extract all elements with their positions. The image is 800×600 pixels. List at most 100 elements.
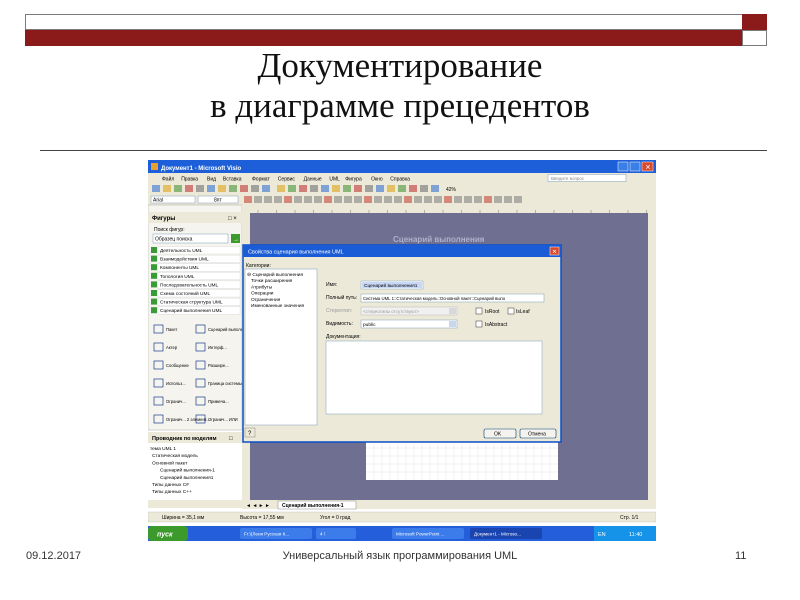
minimize-button[interactable] bbox=[617, 161, 629, 172]
menu-item[interactable]: Вставка bbox=[223, 177, 242, 183]
page-nav-arrows-icon[interactable]: ◄ ◄ ► ► bbox=[246, 503, 270, 509]
toolbar-button[interactable] bbox=[229, 185, 237, 192]
toolbar-button[interactable] bbox=[185, 185, 193, 192]
shapes-panel-menu-icon[interactable]: □ × bbox=[228, 216, 237, 222]
menu-item[interactable]: UML bbox=[329, 177, 340, 183]
format-button[interactable] bbox=[354, 196, 362, 203]
model-tree-item[interactable]: Сценарий выполнения-1 bbox=[160, 467, 215, 474]
model-tree-item[interactable]: Основной пакет bbox=[152, 459, 188, 466]
format-button[interactable] bbox=[294, 196, 302, 203]
menu-item[interactable]: Файл bbox=[162, 176, 174, 183]
toolbar-button[interactable] bbox=[387, 185, 395, 192]
format-button[interactable] bbox=[264, 196, 272, 203]
taskbar-item-label: Microsoft PowerPoint ... bbox=[396, 532, 445, 537]
format-button[interactable] bbox=[424, 196, 432, 203]
format-button[interactable] bbox=[404, 196, 412, 203]
format-button[interactable] bbox=[414, 196, 422, 203]
format-button[interactable] bbox=[454, 196, 462, 203]
menu-item[interactable]: Формат bbox=[252, 177, 270, 183]
taskbar-language[interactable]: EN bbox=[598, 532, 606, 538]
toolbar-button[interactable] bbox=[262, 185, 270, 192]
toolbar-button[interactable] bbox=[174, 185, 182, 192]
toolbar-button[interactable] bbox=[152, 185, 160, 192]
category-item[interactable]: Ограничения bbox=[251, 297, 281, 303]
model-explorer-scrollbar[interactable] bbox=[148, 500, 242, 508]
model-tree-item[interactable]: Типы данных C# bbox=[152, 482, 189, 488]
toolbar-button[interactable] bbox=[251, 185, 259, 192]
isroot-checkbox[interactable] bbox=[475, 307, 483, 315]
format-button[interactable] bbox=[254, 196, 262, 203]
toolbar-button[interactable] bbox=[354, 185, 362, 192]
format-button[interactable] bbox=[434, 196, 442, 203]
format-button[interactable] bbox=[444, 196, 452, 203]
vertical-scrollbar[interactable] bbox=[648, 213, 656, 500]
format-button[interactable] bbox=[374, 196, 382, 203]
model-tree-item[interactable]: Статическая модель bbox=[152, 453, 198, 459]
toolbar-button[interactable] bbox=[398, 185, 406, 192]
stencil-label: Компоненты UML bbox=[160, 265, 199, 271]
format-button[interactable] bbox=[274, 196, 282, 203]
menu-item[interactable]: Фигура bbox=[345, 177, 362, 183]
maximize-button[interactable] bbox=[629, 161, 641, 172]
toolbar-button[interactable] bbox=[277, 185, 285, 192]
stereotype-dropdown-icon[interactable] bbox=[449, 308, 456, 314]
toolbar-button[interactable] bbox=[163, 185, 171, 192]
uml-shape-label: Огранич... bbox=[166, 399, 186, 404]
toolbar-button[interactable] bbox=[207, 185, 215, 192]
toolbar-button[interactable] bbox=[299, 185, 307, 192]
toolbar-button[interactable] bbox=[365, 185, 373, 192]
format-button[interactable] bbox=[474, 196, 482, 203]
toolbar-button[interactable] bbox=[343, 185, 351, 192]
isabstract-checkbox[interactable] bbox=[475, 320, 483, 328]
menu-item[interactable]: Вид bbox=[207, 177, 216, 183]
menu-item[interactable]: Правка bbox=[181, 177, 198, 183]
toolbar-button[interactable] bbox=[310, 185, 318, 192]
format-button[interactable] bbox=[284, 196, 292, 203]
format-button[interactable] bbox=[334, 196, 342, 203]
toolbar-button[interactable] bbox=[218, 185, 226, 192]
toolbar-button[interactable] bbox=[196, 185, 204, 192]
format-button[interactable] bbox=[514, 196, 522, 203]
toolbar-button[interactable] bbox=[431, 185, 439, 192]
uml-shape-label: Огранич... ИЛИ bbox=[208, 417, 238, 422]
category-item[interactable]: ⊖ Сценарий выполнения bbox=[247, 271, 303, 278]
model-tree-item[interactable]: Сценарий выполнения1 bbox=[160, 474, 214, 481]
format-button[interactable] bbox=[304, 196, 312, 203]
toolbar-button[interactable] bbox=[332, 185, 340, 192]
format-button[interactable] bbox=[344, 196, 352, 203]
menu-item[interactable]: Данные bbox=[304, 177, 322, 183]
model-explorer-close-icon[interactable]: □ bbox=[229, 436, 233, 442]
toolbar-button[interactable] bbox=[321, 185, 329, 192]
format-button[interactable] bbox=[464, 196, 472, 203]
category-item[interactable]: Операции bbox=[251, 291, 274, 297]
category-item[interactable]: Точки расширения bbox=[251, 278, 293, 284]
format-button[interactable] bbox=[494, 196, 502, 203]
stencil-icon bbox=[151, 255, 157, 262]
format-button[interactable] bbox=[504, 196, 512, 203]
format-button[interactable] bbox=[484, 196, 492, 203]
category-item[interactable]: Атрибуты bbox=[251, 284, 273, 290]
format-button[interactable] bbox=[384, 196, 392, 203]
format-button[interactable] bbox=[364, 196, 372, 203]
status-page: Стр. 1/1 bbox=[620, 515, 639, 521]
toolbar-button[interactable] bbox=[409, 185, 417, 192]
model-tree-item[interactable]: Типы данных C++ bbox=[152, 489, 192, 495]
arrow-right-icon: → bbox=[233, 237, 239, 243]
isleaf-checkbox[interactable] bbox=[507, 307, 515, 315]
toolbar-button[interactable] bbox=[288, 185, 296, 192]
menu-item[interactable]: Сервис bbox=[278, 177, 296, 183]
format-button[interactable] bbox=[394, 196, 402, 203]
toolbar-button[interactable] bbox=[240, 185, 248, 192]
category-item[interactable]: Именованные значения bbox=[251, 303, 305, 309]
canvas-heading: Сценарий выполнения bbox=[393, 235, 485, 244]
menu-item[interactable]: Справка bbox=[390, 177, 410, 183]
format-button[interactable] bbox=[314, 196, 322, 203]
documentation-textarea[interactable] bbox=[325, 340, 543, 415]
visibility-dropdown-icon[interactable] bbox=[449, 321, 456, 327]
menu-item[interactable]: Окно bbox=[371, 177, 383, 183]
model-tree-item[interactable]: тема UML 1 bbox=[150, 446, 176, 452]
toolbar-button[interactable] bbox=[420, 185, 428, 192]
toolbar-button[interactable] bbox=[376, 185, 384, 192]
format-button[interactable] bbox=[324, 196, 332, 203]
format-button[interactable] bbox=[244, 196, 252, 203]
